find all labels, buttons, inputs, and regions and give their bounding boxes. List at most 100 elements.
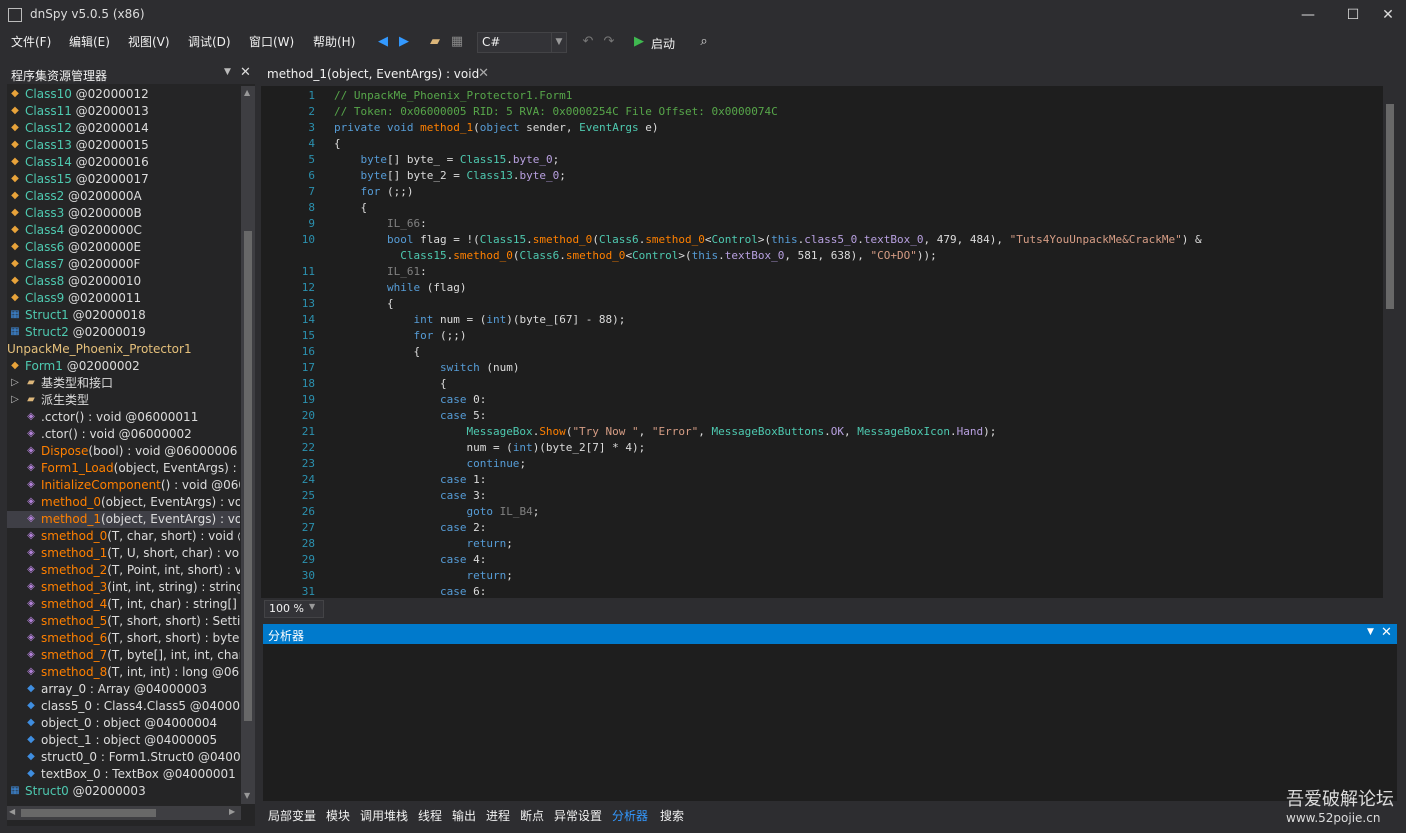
expand-icon[interactable]: ▷ xyxy=(9,377,21,389)
tab-search[interactable]: 搜索 xyxy=(660,807,684,824)
tree-item[interactable]: ◈ smethod_7(T, byte[], int, int, char, xyxy=(7,647,240,664)
save-all-icon[interactable]: ▦ xyxy=(447,32,467,52)
field-icon: ◆ xyxy=(27,683,35,694)
tree-item[interactable]: ◆ Form1 @02000002 xyxy=(7,358,240,375)
tree-item[interactable]: ◆ Class8 @02000010 xyxy=(7,273,240,290)
tab-locals[interactable]: 局部变量 xyxy=(268,807,316,824)
scroll-thumb[interactable] xyxy=(244,231,252,721)
tree-item[interactable]: ◈ method_0(object, EventArgs) : voi xyxy=(7,494,240,511)
code-line: return; xyxy=(466,569,513,582)
tree-item[interactable]: ◆ Class11 @02000013 xyxy=(7,103,240,120)
undo-icon[interactable]: ↶ xyxy=(578,32,598,52)
tree-item[interactable]: ◈ smethod_5(T, short, short) : Settin xyxy=(7,613,240,630)
tree-item[interactable]: ◆ Class7 @0200000F xyxy=(7,256,240,273)
tab-modules[interactable]: 模块 xyxy=(326,807,350,824)
scroll-right-icon[interactable]: ▶ xyxy=(229,807,235,816)
tree-item[interactable]: ▷ ▰ 派生类型 xyxy=(7,392,240,409)
line-number: 6 xyxy=(308,169,315,182)
close-icon[interactable]: ✕ xyxy=(1381,625,1392,640)
redo-icon[interactable]: ↷ xyxy=(599,32,619,52)
tree-item[interactable]: ◈ InitializeComponent() : void @060 xyxy=(7,477,240,494)
tree-item[interactable]: ◈ smethod_3(int, int, string) : string xyxy=(7,579,240,596)
tree-item[interactable]: ◆ struct0_0 : Form1.Struct0 @04000 xyxy=(7,749,240,766)
tab-output[interactable]: 输出 xyxy=(452,807,476,824)
tree-item[interactable]: ◈ Form1_Load(object, EventArgs) : v xyxy=(7,460,240,477)
tree-item[interactable]: ▦ Struct1 @02000018 xyxy=(7,307,240,324)
menu-help[interactable]: 帮助(H) xyxy=(313,33,355,50)
line-number: 13 xyxy=(301,297,315,310)
tree-item[interactable]: ◈ smethod_6(T, short, short) : byte[] xyxy=(7,630,240,647)
tab-method-1[interactable]: method_1(object, EventArgs) : void ✕ xyxy=(261,64,495,88)
assembly-explorer: 程序集资源管理器 ▼ ✕ ◆ Class10 @02000012 ◆ Class11 … xyxy=(7,64,255,826)
tree-item[interactable]: ◈ smethod_1(T, U, short, char) : void xyxy=(7,545,240,562)
chevron-down-icon[interactable]: ▼ xyxy=(1367,627,1374,637)
tree-item[interactable]: ▷ ▰ 基类型和接口 xyxy=(7,375,240,392)
forward-icon[interactable]: ▶ xyxy=(394,32,414,52)
tab-exception-settings[interactable]: 异常设置 xyxy=(554,807,602,824)
tab-breakpoints[interactable]: 断点 xyxy=(520,807,544,824)
tree-item[interactable]: ◈ smethod_4(T, int, char) : string[] @ xyxy=(7,596,240,613)
tab-analyzer[interactable]: 分析器 xyxy=(612,807,648,824)
chevron-down-icon[interactable]: ▼ xyxy=(224,67,231,77)
tree-item[interactable]: ◆ Class9 @02000011 xyxy=(7,290,240,307)
tree-item-detail: @02000011 xyxy=(64,291,142,305)
tree-horizontal-scrollbar[interactable]: ◀ ▶ xyxy=(7,806,241,820)
tree-item[interactable]: ◈ smethod_8(T, int, int) : long @060 xyxy=(7,664,240,681)
tree-item-label: Class3 xyxy=(25,206,65,220)
tree-item[interactable]: ◈ Dispose(bool) : void @06000006 xyxy=(7,443,240,460)
menu-window[interactable]: 窗口(W) xyxy=(249,33,294,50)
open-folder-icon[interactable]: ▰ xyxy=(425,32,445,52)
tree-item[interactable]: ◈ smethod_2(T, Point, int, short) : vo xyxy=(7,562,240,579)
scroll-thumb[interactable] xyxy=(1386,104,1394,309)
start-button[interactable]: 启动 xyxy=(651,35,675,52)
tree-item[interactable]: ◆ textBox_0 : TextBox @04000001 xyxy=(7,766,240,783)
tree-item[interactable]: ◆ Class3 @0200000B xyxy=(7,205,240,222)
tree-item[interactable]: ◈ .ctor() : void @06000002 xyxy=(7,426,240,443)
search-icon[interactable]: ⌕ xyxy=(694,32,714,52)
tree-item[interactable]: ◆ Class13 @02000015 xyxy=(7,137,240,154)
close-icon[interactable]: ✕ xyxy=(240,65,251,80)
menu-file[interactable]: 文件(F) xyxy=(11,33,51,50)
tree-item[interactable]: ◆ Class12 @02000014 xyxy=(7,120,240,137)
tree-item[interactable]: ◆ array_0 : Array @04000003 xyxy=(7,681,240,698)
tree-item[interactable]: ◆ Class10 @02000012 xyxy=(7,86,240,103)
menu-view[interactable]: 视图(V) xyxy=(128,33,170,50)
editor-status-bar xyxy=(261,599,1397,617)
tree-item[interactable]: ▦ Struct0 @02000003 xyxy=(7,783,240,800)
tree-vertical-scrollbar[interactable]: ▲ ▼ xyxy=(241,86,255,804)
tree-item[interactable]: ◆ Class6 @0200000E xyxy=(7,239,240,256)
close-icon[interactable]: ✕ xyxy=(478,66,489,81)
tree-item[interactable]: ◆ Class2 @0200000A xyxy=(7,188,240,205)
code-editor[interactable]: 1 2 3 4 5 6 7 8 9 10 11 12 13 14 15 16 17 18 19 20 21 22 23 24 2… xyxy=(261,86,1397,598)
minimize-button[interactable]: — xyxy=(1294,4,1322,26)
zoom-select[interactable]: 100 % ▼ xyxy=(264,600,324,618)
tree-item[interactable]: ◆ Class15 @02000017 xyxy=(7,171,240,188)
scroll-left-icon[interactable]: ◀ xyxy=(9,807,15,816)
tab-call-stack[interactable]: 调用堆栈 xyxy=(360,807,408,824)
maximize-button[interactable]: ☐ xyxy=(1339,4,1367,26)
tree-item[interactable]: ◆ object_1 : object @04000005 xyxy=(7,732,240,749)
scroll-thumb[interactable] xyxy=(21,809,156,817)
tree-item[interactable]: ◆ Class4 @0200000C xyxy=(7,222,240,239)
scroll-up-icon[interactable]: ▲ xyxy=(244,88,250,97)
menu-debug[interactable]: 调试(D) xyxy=(188,33,231,50)
class-icon: ◆ xyxy=(11,173,19,184)
tree-item[interactable]: ◆ class5_0 : Class4.Class5 @040000 xyxy=(7,698,240,715)
menu-edit[interactable]: 编辑(E) xyxy=(69,33,110,50)
tree-item-label: Class4 xyxy=(25,223,65,237)
tab-threads[interactable]: 线程 xyxy=(418,807,442,824)
start-icon[interactable]: ▶ xyxy=(629,32,649,52)
close-button[interactable]: ✕ xyxy=(1374,4,1402,26)
tree-item[interactable]: ◈ method_1(object, EventArgs) : voi xyxy=(7,511,240,528)
scroll-down-icon[interactable]: ▼ xyxy=(244,791,250,800)
tree-item[interactable]: ◆ Class14 @02000016 xyxy=(7,154,240,171)
expand-icon[interactable]: ▷ xyxy=(9,394,21,406)
back-icon[interactable]: ◀ xyxy=(373,32,393,52)
tree-item[interactable]: ▦ Struct2 @02000019 xyxy=(7,324,240,341)
tree-item[interactable]: ◆ object_0 : object @04000004 xyxy=(7,715,240,732)
tree-item[interactable]: UnpackMe_Phoenix_Protector1 xyxy=(7,341,240,358)
tree-item[interactable]: ◈ .cctor() : void @06000011 xyxy=(7,409,240,426)
tree-item[interactable]: ◈ smethod_0(T, char, short) : void @ xyxy=(7,528,240,545)
language-select[interactable]: C# ▼ xyxy=(477,32,567,53)
tab-processes[interactable]: 进程 xyxy=(486,807,510,824)
